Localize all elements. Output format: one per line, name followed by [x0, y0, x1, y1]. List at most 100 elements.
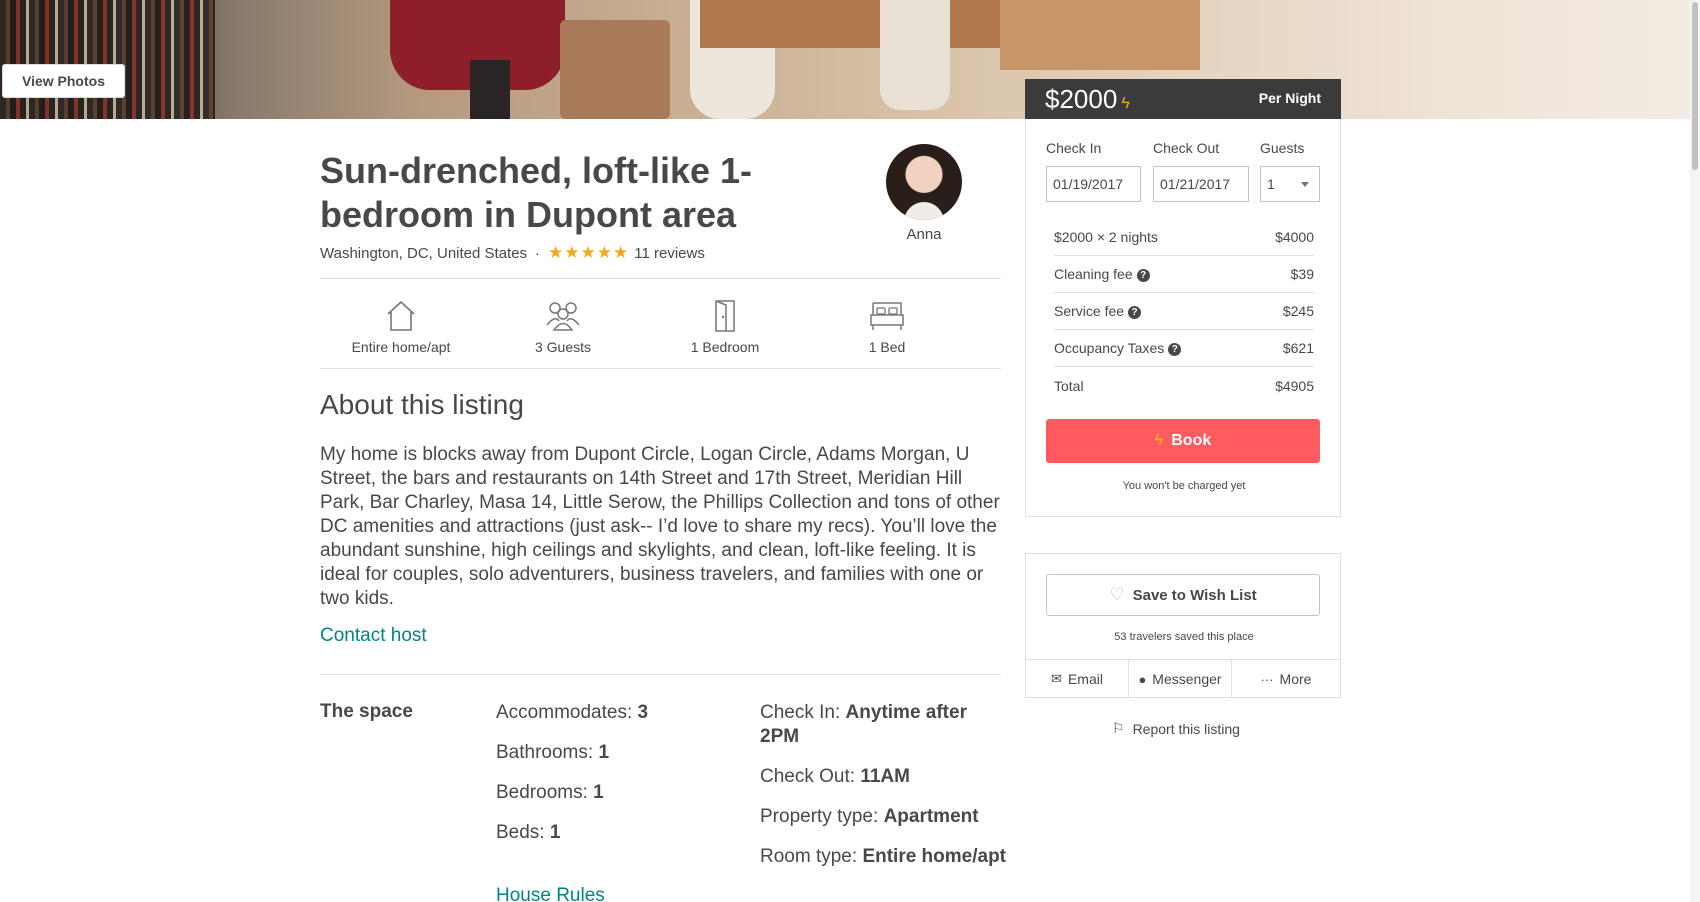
cost-label: Occupancy Taxes — [1054, 340, 1165, 356]
cost-label: $2000 × 2 nights — [1054, 229, 1158, 245]
space-detail-item: Room type: Entire home/apt — [760, 845, 1010, 869]
save-label: Save to Wish List — [1132, 586, 1257, 604]
save-to-wishlist-button[interactable]: ♡ Save to Wish List — [1046, 574, 1320, 616]
space-details-right: Check In: Anytime after 2PM Check Out: 1… — [760, 701, 1010, 885]
amenity-bedrooms: 1 Bedroom — [644, 278, 806, 366]
cost-label: Service fee — [1054, 303, 1125, 319]
scrollbar[interactable] — [1690, 0, 1700, 902]
detail-key: Check In: — [760, 702, 846, 723]
help-icon[interactable]: ? — [1168, 342, 1182, 356]
checkout-label: Check Out — [1153, 140, 1220, 156]
host-avatar[interactable] — [886, 144, 962, 220]
messenger-icon: ● — [1138, 671, 1147, 687]
about-heading: About this listing — [320, 389, 524, 420]
book-button[interactable]: ϟ Book — [1046, 419, 1320, 463]
cost-label: Total — [1054, 377, 1084, 394]
space-detail-item: Accommodates: 3 — [496, 701, 726, 725]
report-listing-link[interactable]: ⚐ Report this listing — [1112, 720, 1240, 737]
stool-image — [560, 20, 670, 119]
door-icon — [715, 300, 735, 332]
divider — [320, 368, 1001, 369]
separator-dot: · — [535, 244, 541, 262]
reviews-link[interactable]: 11 reviews — [634, 245, 705, 262]
price-value: $2000 — [1045, 84, 1118, 114]
share-label: More — [1279, 671, 1312, 687]
guests-label: Guests — [1260, 140, 1305, 156]
instant-book-icon: ϟ — [1154, 432, 1164, 449]
detail-value: 1 — [593, 782, 604, 803]
divider — [320, 674, 1001, 675]
detail-value: 3 — [637, 702, 649, 723]
amenity-beds: 1 Bed — [806, 278, 968, 366]
share-email-button[interactable]: ✉ Email — [1026, 660, 1129, 698]
bed-icon — [870, 302, 904, 330]
detail-value: 11AM — [860, 766, 910, 787]
space-label: The space — [320, 701, 413, 722]
view-photos-button[interactable]: View Photos — [2, 64, 125, 98]
total-row: Total $4905 — [1054, 367, 1314, 404]
host-card[interactable]: Anna — [886, 144, 962, 243]
detail-value: 1 — [598, 742, 610, 763]
checkout-field[interactable]: 01/21/2017 — [1153, 166, 1249, 202]
instant-book-icon: ϟ — [1121, 95, 1130, 112]
amenity-guests: 3 Guests — [482, 278, 644, 366]
amenity-label: 1 Bed — [868, 339, 906, 355]
no-charge-note: You won't be charged yet — [1122, 480, 1246, 492]
help-icon[interactable]: ? — [1128, 305, 1142, 319]
rating-stars-icon: ★★★★★ — [548, 243, 630, 262]
booking-panel: Check In Check Out Guests 01/19/2017 01/… — [1025, 119, 1341, 517]
detail-key: Property type: — [760, 806, 884, 827]
detail-value: Apartment — [883, 806, 979, 827]
cost-label-wrap: Service fee? — [1054, 303, 1142, 319]
cost-row: Cleaning fee? $39 — [1054, 256, 1314, 293]
cost-row: $2000 × 2 nights $4000 — [1054, 219, 1314, 256]
hero-photo[interactable] — [0, 0, 1690, 119]
chair-leg-image — [470, 60, 510, 119]
nightly-price: $2000 ϟ — [1045, 84, 1130, 115]
wishlist-panel: ♡ Save to Wish List 53 travelers saved th… — [1025, 553, 1341, 698]
contact-host-link[interactable]: Contact host — [320, 625, 427, 647]
guests-select[interactable]: 1 — [1260, 166, 1320, 202]
cost-label-wrap: Occupancy Taxes? — [1054, 340, 1182, 356]
cost-value: $4905 — [1275, 377, 1314, 394]
saved-count: 53 travelers saved this place — [1114, 631, 1254, 643]
cost-label-wrap: Cleaning fee? — [1054, 266, 1150, 282]
detail-key: Accommodates: — [496, 702, 638, 723]
chevron-down-icon — [1301, 182, 1309, 187]
detail-key: Check Out: — [760, 766, 861, 787]
host-name[interactable]: Anna — [886, 226, 962, 243]
price-bar: $2000 ϟ Per Night — [1025, 79, 1341, 119]
space-detail-item: Check In: Anytime after 2PM — [760, 701, 1010, 749]
cost-value: $39 — [1290, 266, 1314, 282]
house-rules-link[interactable]: House Rules — [496, 885, 605, 902]
amenity-home-type: Entire home/apt — [320, 278, 482, 366]
report-label: Report this listing — [1132, 720, 1240, 737]
listing-location[interactable]: Washington, DC, United States — [320, 245, 527, 262]
help-icon[interactable]: ? — [1136, 268, 1150, 282]
share-row: ✉ Email ● Messenger ··· More — [1026, 659, 1340, 698]
table-image-2 — [1000, 0, 1200, 70]
share-messenger-button[interactable]: ● Messenger — [1129, 660, 1232, 698]
white-chair-image-2 — [880, 0, 950, 110]
space-detail-item: Beds: 1 — [496, 821, 726, 845]
amenity-label: 1 Bedroom — [690, 339, 760, 355]
space-detail-item: Check Out: 11AM — [760, 765, 1010, 789]
cost-value: $245 — [1282, 303, 1314, 319]
book-label: Book — [1171, 432, 1212, 449]
detail-value: 1 — [549, 822, 561, 843]
scrollbar-thumb[interactable] — [1692, 2, 1698, 170]
detail-key: Bedrooms: — [496, 782, 594, 803]
detail-key: Beds: — [496, 822, 550, 843]
checkin-label: Check In — [1046, 140, 1102, 156]
checkin-field[interactable]: 01/19/2017 — [1046, 166, 1141, 202]
amenity-label: Entire home/apt — [351, 339, 451, 355]
share-more-button[interactable]: ··· More — [1232, 660, 1340, 698]
heart-icon: ♡ — [1109, 585, 1125, 604]
listing-title: Sun-drenched, loft-like 1-bedroom in Dup… — [320, 150, 753, 235]
share-label: Email — [1067, 671, 1103, 687]
more-icon: ··· — [1260, 671, 1274, 687]
cost-label: Cleaning fee — [1054, 266, 1133, 282]
flag-icon: ⚐ — [1112, 720, 1125, 736]
space-detail-item: Property type: Apartment — [760, 805, 1010, 829]
space-detail-item: Bathrooms: 1 — [496, 741, 726, 765]
